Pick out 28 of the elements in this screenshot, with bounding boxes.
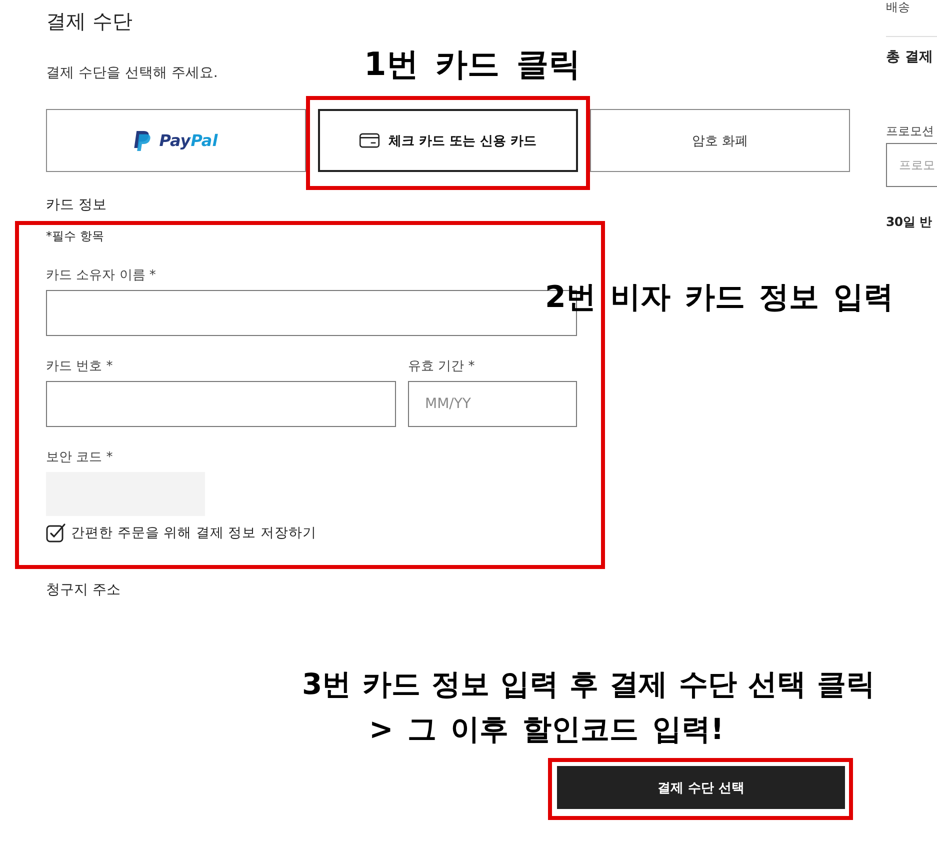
section-title: 결제 수단: [46, 9, 132, 33]
checkbox[interactable]: [46, 523, 66, 543]
promo-code-field[interactable]: 프로모: [886, 143, 937, 187]
text-field[interactable]: MM/YY: [408, 381, 577, 427]
annotation-text: 1번 카드 클릭: [364, 46, 581, 82]
total-label: 총 결제: [886, 48, 933, 67]
text-field[interactable]: [46, 381, 396, 427]
field-label: 카드 소유자 이름 *: [46, 267, 156, 285]
field-label: 카드 번호 *: [46, 358, 113, 376]
section-heading: 청구지 주소: [46, 581, 120, 600]
return-policy-label: 30일 반: [886, 213, 932, 231]
checkbox-label: 간편한 주문을 위해 결제 정보 저장하기: [71, 524, 316, 543]
annotation-text: 3번 카드 정보 입력 후 결제 수단 선택 클릭: [302, 666, 875, 702]
section-heading: 카드 정보: [46, 196, 106, 215]
shipping-label: 배송: [886, 0, 910, 14]
annotation-text: > 그 이후 할인코드 입력!: [369, 711, 724, 747]
submit-button[interactable]: 결제 수단 선택: [557, 766, 845, 809]
promo-label: 프로모션: [886, 123, 934, 140]
payment-method-tab[interactable]: 체크 카드 또는 신용 카드: [318, 109, 578, 172]
card-icon: [359, 133, 380, 148]
payment-method-tab[interactable]: PayPal: [46, 109, 306, 172]
annotation-text: 2번 비자 카드 정보 입력: [545, 280, 894, 316]
payment-method-tab[interactable]: 암호 화폐: [590, 109, 850, 172]
paypal-p-icon: [134, 130, 152, 150]
field-label: 유효 기간 *: [408, 358, 475, 376]
field-label: 보안 코드 *: [46, 449, 113, 467]
section-prompt: 결제 수단을 선택해 주세요.: [46, 64, 218, 83]
required-note: *필수 항목: [46, 228, 104, 244]
